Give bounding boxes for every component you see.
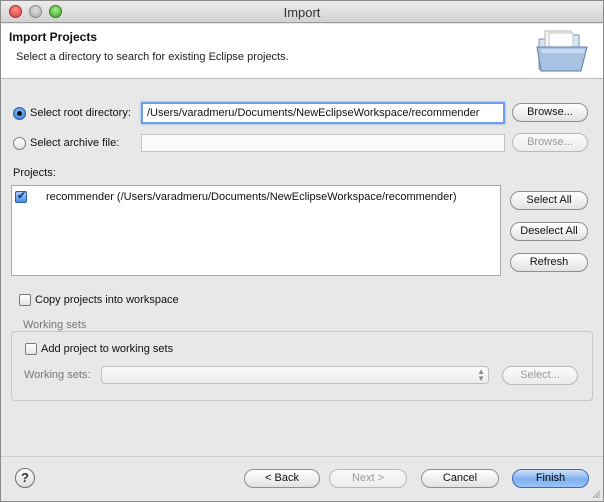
add-to-working-sets-checkbox[interactable]	[25, 343, 37, 355]
resize-grip-icon[interactable]	[591, 489, 601, 499]
root-directory-field[interactable]: /Users/varadmeru/Documents/NewEclipseWor…	[141, 102, 505, 124]
finish-button[interactable]: Finish	[512, 469, 589, 488]
deselect-all-button[interactable]: Deselect All	[510, 222, 588, 241]
projects-list[interactable]: recommender (/Users/varadmeru/Documents/…	[11, 185, 501, 276]
footer-divider	[1, 456, 603, 457]
browse-root-button[interactable]: Browse...	[512, 103, 588, 122]
page-description: Select a directory to search for existin…	[16, 51, 289, 63]
wizard-header: Import Projects Select a directory to se…	[1, 24, 603, 79]
back-button[interactable]: < Back	[244, 469, 320, 488]
root-directory-label: Select root directory:	[30, 107, 131, 119]
browse-archive-button[interactable]: Browse...	[512, 133, 588, 152]
projects-label: Projects:	[13, 167, 56, 179]
refresh-button[interactable]: Refresh	[510, 253, 588, 272]
archive-file-radio[interactable]	[13, 137, 26, 150]
project-label: recommender (/Users/varadmeru/Documents/…	[46, 191, 457, 203]
root-directory-radio[interactable]	[13, 107, 26, 120]
project-checkbox[interactable]	[15, 189, 27, 203]
page-title: Import Projects	[9, 30, 98, 44]
folder-icon	[536, 30, 588, 72]
window-title: Import	[283, 5, 321, 20]
archive-file-field[interactable]	[141, 134, 505, 152]
help-icon[interactable]: ?	[15, 468, 35, 488]
copy-projects-checkbox[interactable]	[19, 294, 31, 306]
select-all-button[interactable]: Select All	[510, 191, 588, 210]
cancel-button[interactable]: Cancel	[421, 469, 499, 488]
working-sets-label: Working sets:	[24, 369, 91, 381]
copy-projects-label: Copy projects into workspace	[35, 294, 179, 306]
working-sets-group-label: Working sets	[23, 319, 87, 331]
add-to-working-sets-label: Add project to working sets	[41, 343, 174, 355]
title-bar[interactable]: Import	[1, 1, 603, 23]
import-dialog: Import Import Projects Select a director…	[0, 0, 604, 502]
next-button[interactable]: Next >	[329, 469, 407, 488]
list-item[interactable]: recommender (/Users/varadmeru/Documents/…	[12, 189, 500, 206]
select-working-sets-button[interactable]: Select...	[502, 366, 578, 385]
combo-arrows-icon: ▲ ▼	[477, 367, 485, 383]
archive-file-label: Select archive file:	[30, 137, 120, 149]
working-sets-combo[interactable]: ▲ ▼	[101, 366, 489, 384]
